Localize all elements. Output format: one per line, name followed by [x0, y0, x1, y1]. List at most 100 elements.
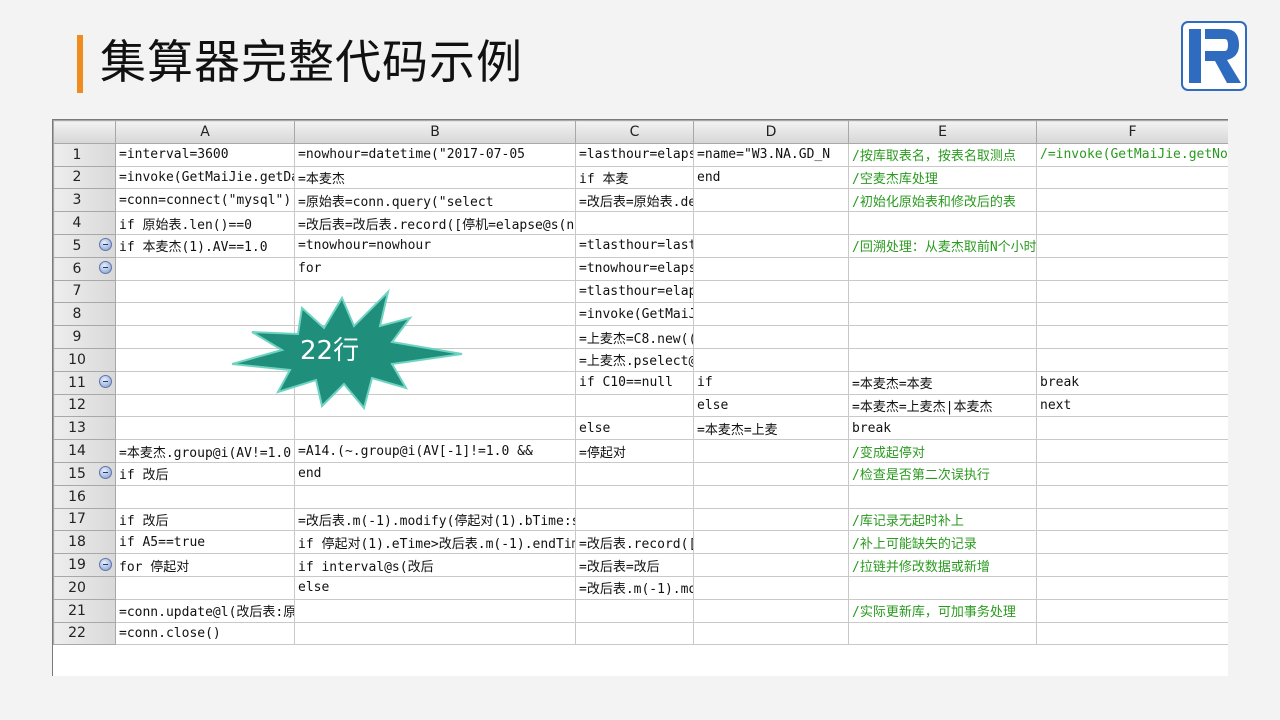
cell-f15[interactable] [1036, 461, 1228, 486]
cell-c1[interactable]: =lasthour=elaps [575, 142, 694, 167]
cell-a1[interactable]: =interval=3600 [115, 142, 295, 167]
cell-c2[interactable]: if 本麦 [575, 165, 694, 190]
cell-a5[interactable]: if 本麦杰(1).AV==1.0 [115, 233, 295, 258]
cell-b15[interactable]: end [294, 461, 576, 486]
cell-c13[interactable]: else [575, 416, 694, 441]
cell-b14[interactable]: =A14.(~.group@i(AV[-1]!=1.0 && [294, 439, 576, 463]
cell-c20[interactable]: =改后表.m(-1).modify(A19.bTime:startTime,in… [575, 575, 694, 600]
row-header[interactable]: 22 [53, 621, 116, 646]
collapse-icon[interactable] [99, 466, 112, 480]
column-header-e[interactable]: E [848, 120, 1037, 144]
cell-a21[interactable]: =conn.update@l(改后表:原始表,alarm) [115, 598, 295, 623]
cell-b5[interactable]: =tnowhour=nowhour [294, 233, 576, 258]
cell-f11[interactable]: break [1036, 370, 1228, 395]
cell-d2[interactable]: end [693, 165, 849, 190]
row-header[interactable]: 5 [53, 233, 116, 258]
cell-d10[interactable] [693, 347, 849, 372]
cell-e6[interactable] [848, 256, 1037, 281]
cell-b2[interactable]: =本麦杰 [294, 165, 576, 190]
cell-c12[interactable] [575, 393, 694, 418]
cell-c7[interactable]: =tlasthour=elapse@s(tlasthour,-interval) [575, 279, 694, 304]
cell-d3[interactable] [693, 188, 849, 213]
cell-d1[interactable]: =name="W3.NA.GD_N [693, 142, 849, 167]
row-header[interactable]: 2 [53, 165, 116, 190]
cell-e10[interactable] [848, 347, 1037, 372]
cell-d16[interactable] [693, 484, 849, 509]
collapse-icon[interactable] [99, 557, 112, 571]
cell-d4[interactable] [693, 211, 849, 235]
cell-e7[interactable] [848, 279, 1037, 304]
cell-b6[interactable]: for [294, 256, 576, 281]
cell-d6[interactable] [693, 256, 849, 281]
cell-e17[interactable]: /库记录无起时补上 [848, 507, 1037, 532]
cell-f4[interactable] [1036, 211, 1228, 235]
cell-e11[interactable]: =本麦杰=本麦 [848, 370, 1037, 395]
cell-a4[interactable]: if 原始表.len()==0 [115, 211, 295, 235]
cell-e8[interactable] [848, 302, 1037, 327]
cell-b13[interactable] [294, 416, 576, 441]
cell-e15[interactable]: /检查是否第二次误执行 [848, 461, 1037, 486]
row-header[interactable]: 21 [53, 598, 116, 623]
cell-b3[interactable]: =原始表=conn.query("select [294, 188, 576, 213]
cell-d11[interactable]: if [693, 370, 849, 395]
cell-e14[interactable]: /变成起停对 [848, 439, 1037, 463]
cell-b20[interactable]: else [294, 575, 576, 600]
cell-e4[interactable] [848, 211, 1037, 235]
column-header-f[interactable]: F [1036, 120, 1228, 144]
cell-b21[interactable] [294, 598, 576, 623]
cell-d9[interactable] [693, 325, 849, 349]
cell-c11[interactable]: if C10==null [575, 370, 694, 395]
cell-c16[interactable] [575, 484, 694, 509]
cell-f8[interactable] [1036, 302, 1228, 327]
cell-d17[interactable] [693, 507, 849, 532]
cell-c15[interactable] [575, 461, 694, 486]
cell-e19[interactable]: /拉链并修改数据或新增 [848, 553, 1037, 577]
cell-a18[interactable]: if A5==true [115, 530, 295, 555]
cell-e18[interactable]: /补上可能缺失的记录 [848, 530, 1037, 555]
cell-b18[interactable]: if 停起对(1).eTime>改后表.m(-1).endTime [294, 530, 576, 555]
cell-e13[interactable]: break [848, 416, 1037, 441]
cell-f13[interactable] [1036, 416, 1228, 441]
cell-c6[interactable]: =tnowhour=elapse@s(tnowhour,-interval) [575, 256, 694, 281]
row-header[interactable]: 3 [53, 188, 116, 213]
row-header[interactable]: 13 [53, 416, 116, 441]
column-header-a[interactable]: A [115, 120, 295, 144]
cell-d13[interactable]: =本麦杰=上麦 [693, 416, 849, 441]
cell-a22[interactable]: =conn.close() [115, 621, 295, 646]
collapse-icon[interactable] [99, 375, 112, 389]
cell-f7[interactable] [1036, 279, 1228, 304]
cell-e1[interactable]: /按库取表名，按表名取测点 [848, 142, 1037, 167]
cell-d5[interactable] [693, 233, 849, 258]
cell-f1[interactable]: /=invoke(GetMaiJie.getNode [1036, 142, 1228, 167]
cell-e22[interactable] [848, 621, 1037, 646]
cell-a3[interactable]: =conn=connect("mysql") [115, 188, 295, 213]
cell-a13[interactable] [115, 416, 295, 441]
row-header[interactable]: 15 [53, 461, 116, 486]
cell-d21[interactable] [693, 598, 849, 623]
column-header-d[interactable]: D [693, 120, 849, 144]
row-header[interactable]: 6 [53, 256, 116, 281]
cell-d18[interactable] [693, 530, 849, 555]
row-header[interactable]: 14 [53, 439, 116, 463]
cell-e21[interactable]: /实际更新库，可加事务处理 [848, 598, 1037, 623]
cell-c17[interactable] [575, 507, 694, 532]
cell-f19[interactable] [1036, 553, 1228, 577]
cell-d19[interactable] [693, 553, 849, 577]
cell-c22[interactable] [575, 621, 694, 646]
cell-f20[interactable] [1036, 575, 1228, 600]
cell-a20[interactable] [115, 575, 295, 600]
cell-f18[interactable] [1036, 530, 1228, 555]
cell-f16[interactable] [1036, 484, 1228, 509]
cell-e2[interactable]: /空麦杰库处理 [848, 165, 1037, 190]
row-header[interactable]: 11 [53, 370, 116, 395]
cell-f2[interactable] [1036, 165, 1228, 190]
column-header-c[interactable]: C [575, 120, 694, 144]
collapse-icon[interactable] [99, 238, 112, 252]
cell-d22[interactable] [693, 621, 849, 646]
cell-e16[interactable] [848, 484, 1037, 509]
cell-e5[interactable]: /回溯处理：从麦杰取前N个小时记录，找到最近的停，所有数据 [848, 233, 1037, 258]
row-header[interactable]: 10 [53, 347, 116, 372]
cell-a6[interactable] [115, 256, 295, 281]
cell-a15[interactable]: if 改后 [115, 461, 295, 486]
cell-a2[interactable]: =invoke(GetMaiJie.getData [115, 165, 295, 190]
